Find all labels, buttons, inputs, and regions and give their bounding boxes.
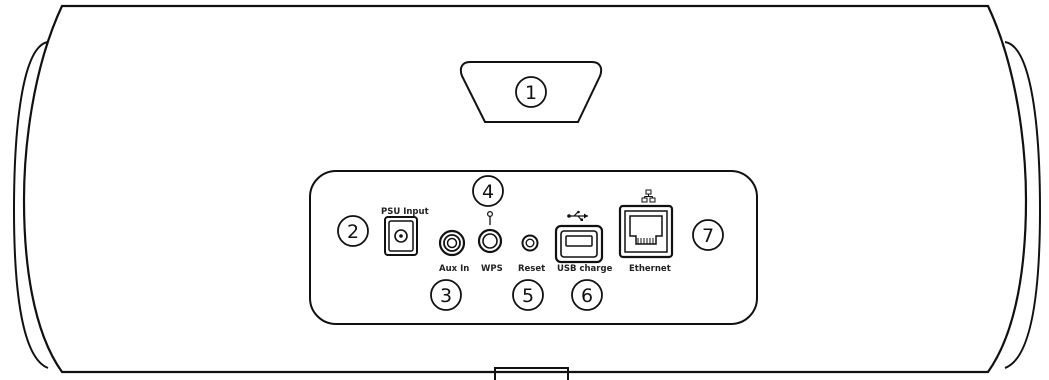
svg-text:3: 3	[440, 285, 452, 307]
ethernet-label: Ethernet	[629, 264, 671, 274]
callout-3: 3	[430, 279, 462, 311]
callout-1: 1	[515, 76, 547, 108]
svg-text:4: 4	[482, 181, 494, 203]
svg-text:5: 5	[522, 285, 534, 307]
aux-in-label: Aux In	[439, 264, 469, 274]
callout-2: 2	[337, 215, 369, 247]
svg-text:7: 7	[702, 225, 714, 247]
svg-text:1: 1	[525, 82, 537, 104]
svg-text:6: 6	[581, 285, 593, 307]
psu-input-label: PSU Input	[381, 207, 429, 217]
callout-6: 6	[571, 279, 603, 311]
wps-label: WPS	[481, 264, 503, 274]
speaker-rear-diagram: PSU Input Aux In WPS Reset USB charge Et…	[12, 4, 1042, 380]
usb-charge-label: USB charge	[557, 264, 613, 274]
svg-text:2: 2	[347, 221, 359, 243]
callout-7: 7	[692, 219, 724, 251]
callout-4: 4	[472, 175, 504, 207]
callout-5: 5	[512, 279, 544, 311]
reset-label: Reset	[518, 264, 545, 274]
